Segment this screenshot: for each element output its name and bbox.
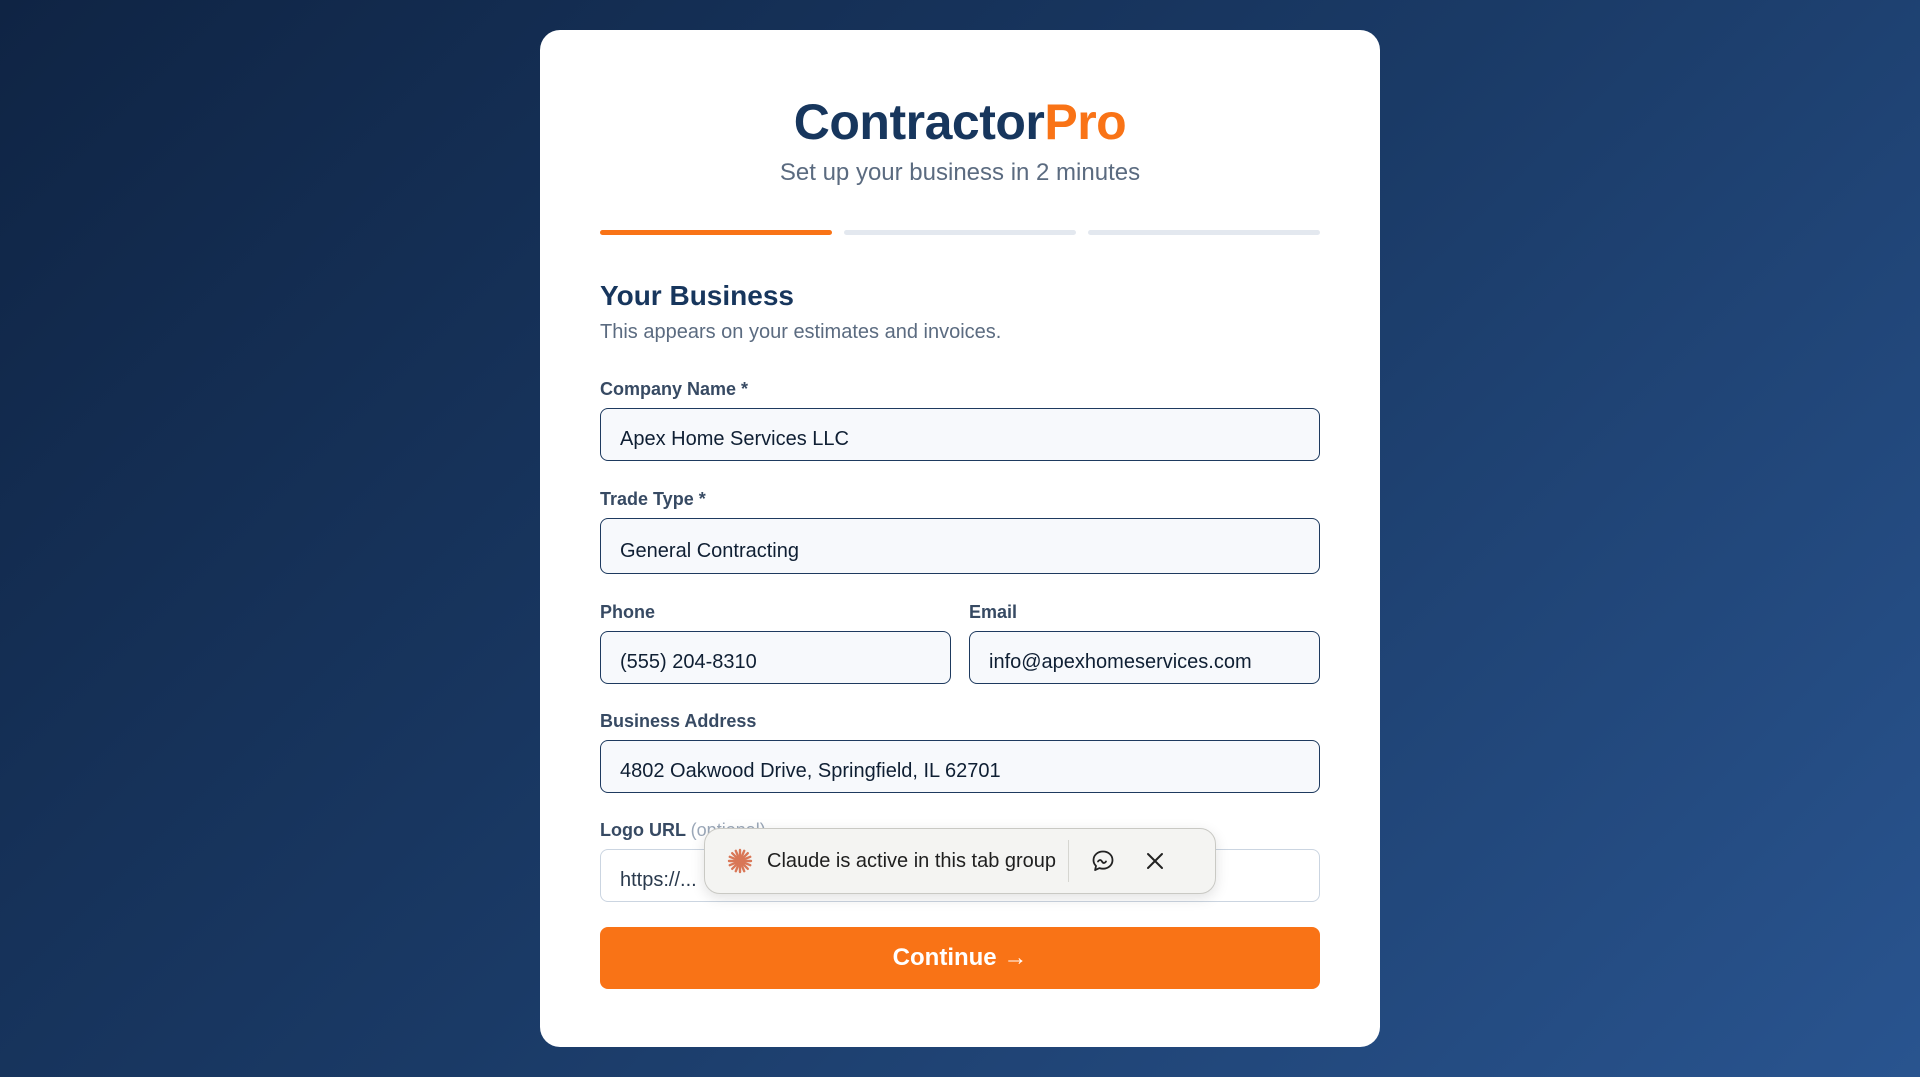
contact-row: Phone Email (600, 601, 1320, 684)
progress-steps (600, 230, 1320, 235)
email-field: Email (969, 601, 1320, 684)
trade-type-field: Trade Type * (600, 488, 1320, 574)
onboarding-card: ContractorPro Set up your business in 2 … (540, 30, 1380, 1047)
address-input[interactable] (600, 740, 1320, 793)
brand-name-accent: Pro (1044, 94, 1127, 150)
progress-step-1 (600, 230, 832, 235)
chat-bubble-icon[interactable] (1087, 845, 1119, 877)
toast-message: Claude is active in this tab group (767, 849, 1057, 872)
continue-button[interactable]: Continue → (600, 927, 1320, 989)
section-title: Your Business (600, 280, 794, 311)
email-label: Email (969, 602, 1018, 622)
company-name-label: Company Name * (600, 379, 749, 399)
logo-url-label-text: Logo URL (600, 820, 686, 840)
close-icon[interactable] (1139, 845, 1171, 877)
phone-field: Phone (600, 601, 951, 684)
toast-divider (1068, 840, 1070, 882)
company-name-field: Company Name * (600, 378, 1320, 461)
tagline: Set up your business in 2 minutes (779, 159, 1141, 186)
phone-label: Phone (600, 602, 656, 622)
claude-spark-icon (727, 848, 753, 874)
trade-type-input[interactable] (600, 518, 1320, 574)
phone-input[interactable] (600, 631, 951, 684)
email-input[interactable] (969, 631, 1320, 684)
address-label: Business Address (600, 711, 757, 731)
address-field: Business Address (600, 710, 1320, 793)
section-subtitle: This appears on your estimates and invoi… (600, 321, 1002, 343)
progress-step-3 (1088, 230, 1320, 235)
progress-step-2 (844, 230, 1076, 235)
company-name-input[interactable] (600, 408, 1320, 461)
brand-name-primary: Contractor (793, 94, 1045, 150)
claude-tab-group-toast: Claude is active in this tab group (704, 828, 1216, 894)
brand-logo: ContractorPro (600, 92, 1320, 152)
trade-type-label: Trade Type * (600, 489, 706, 509)
